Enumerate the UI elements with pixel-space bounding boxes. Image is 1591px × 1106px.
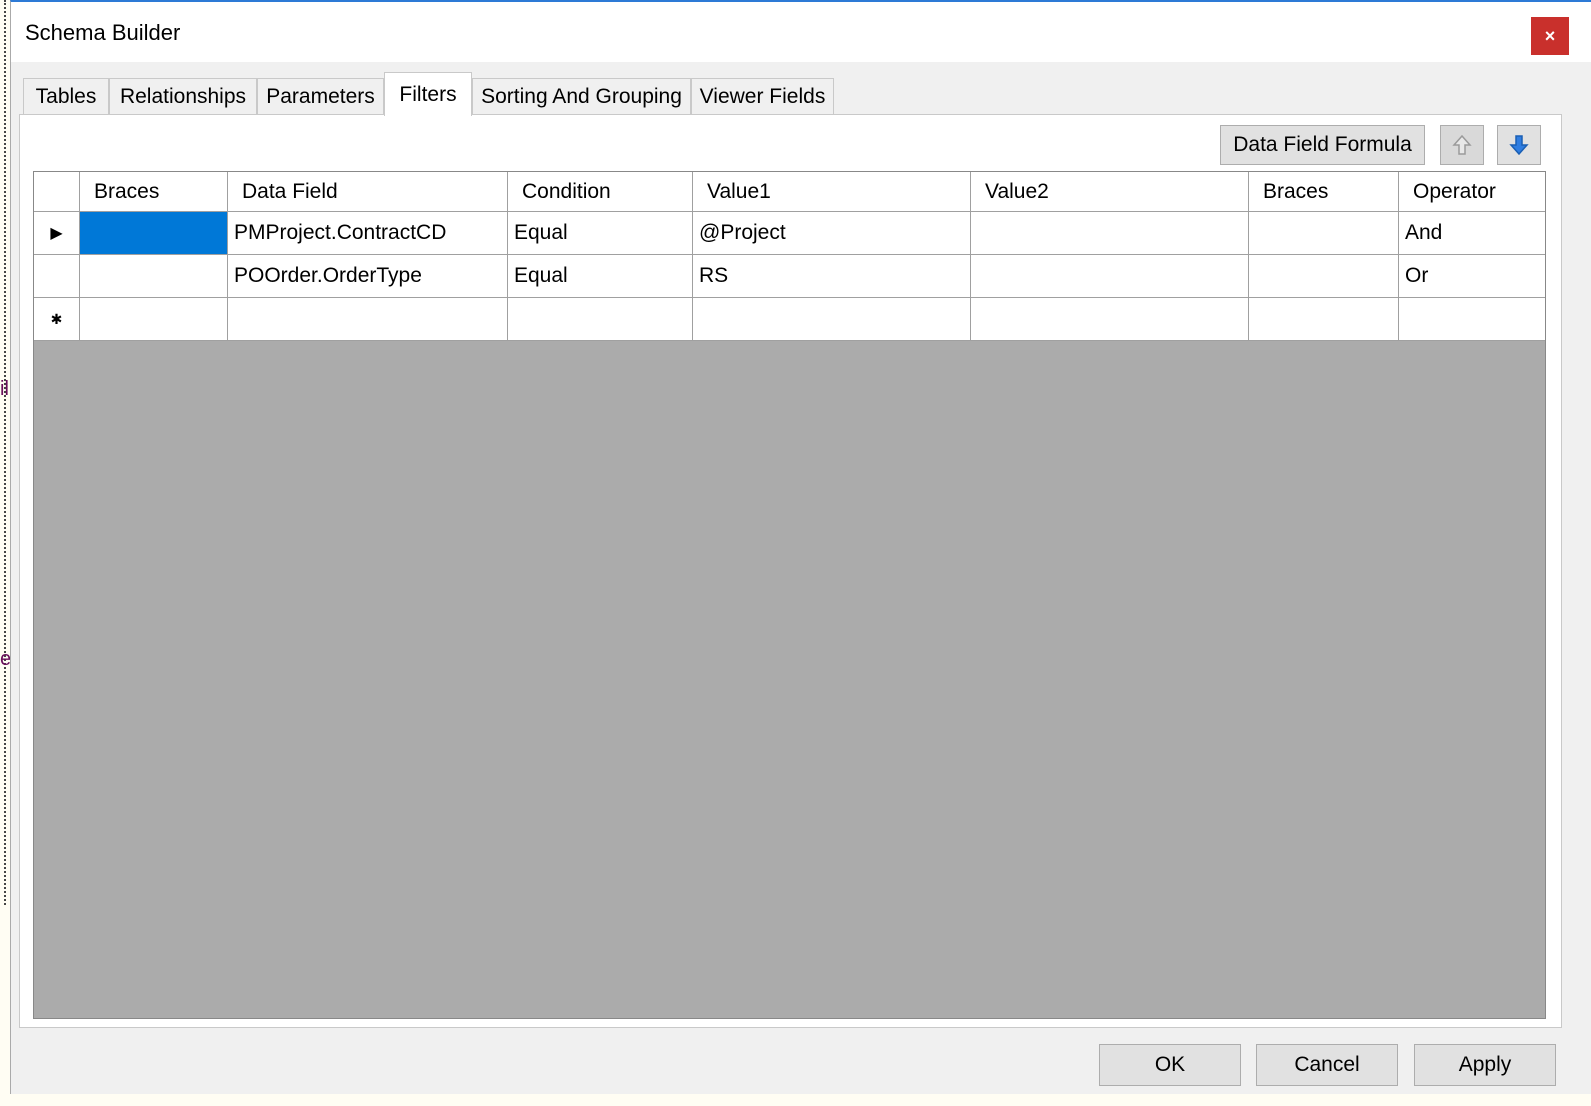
cell-value1[interactable]: @Project [693, 212, 971, 255]
cell-condition[interactable]: Equal [508, 255, 693, 298]
apply-button[interactable]: Apply [1414, 1044, 1556, 1086]
cell-operator[interactable]: And [1399, 212, 1545, 255]
new-cell-condition[interactable] [508, 298, 693, 341]
cell-condition[interactable]: Equal [508, 212, 693, 255]
new-cell-data-field[interactable] [228, 298, 508, 341]
move-up-button[interactable] [1440, 125, 1484, 165]
table-row[interactable]: POOrder.OrderType Equal RS Or [34, 255, 1545, 298]
tab-sorting-and-grouping[interactable]: Sorting And Grouping [472, 78, 691, 114]
column-header-braces-open[interactable]: Braces [80, 172, 228, 212]
column-header-data-field[interactable]: Data Field [228, 172, 508, 212]
tab-parameters[interactable]: Parameters [257, 78, 384, 114]
new-row-marker[interactable]: ✱ [34, 298, 80, 341]
arrow-down-icon [1509, 135, 1529, 156]
cell-data-field[interactable]: PMProject.ContractCD [228, 212, 508, 255]
window-title: Schema Builder [25, 20, 181, 45]
tab-viewer-fields[interactable]: Viewer Fields [691, 78, 834, 114]
cell-braces-open[interactable] [80, 212, 228, 255]
table-row[interactable]: ▶ PMProject.ContractCD Equal @Project An… [34, 212, 1545, 255]
cell-value2[interactable] [971, 212, 1249, 255]
background-text-fragment: il [0, 378, 9, 400]
background-dotted-guide [4, 0, 6, 905]
column-header-value2[interactable]: Value2 [971, 172, 1249, 212]
cell-braces-close[interactable] [1249, 255, 1399, 298]
cancel-button[interactable]: Cancel [1256, 1044, 1398, 1086]
data-field-formula-button[interactable]: Data Field Formula [1220, 125, 1425, 165]
column-header-condition[interactable]: Condition [508, 172, 693, 212]
close-button[interactable]: × [1531, 17, 1569, 55]
new-cell-value2[interactable] [971, 298, 1249, 341]
cell-data-field[interactable]: POOrder.OrderType [228, 255, 508, 298]
column-header-braces-close[interactable]: Braces [1249, 172, 1399, 212]
schema-builder-dialog: Schema Builder × Tables Relationships Pa… [10, 0, 1591, 1094]
column-header-operator[interactable]: Operator [1399, 172, 1545, 212]
cell-braces-open[interactable] [80, 255, 228, 298]
cell-value2[interactable] [971, 255, 1249, 298]
cell-operator[interactable]: Or [1399, 255, 1545, 298]
cell-braces-close[interactable] [1249, 212, 1399, 255]
grid-corner-header [34, 172, 80, 212]
filters-grid: Braces Data Field Condition Value1 Value… [33, 171, 1546, 1019]
arrow-up-icon [1452, 134, 1472, 155]
tab-tables[interactable]: Tables [23, 78, 109, 114]
new-cell-braces-open[interactable] [80, 298, 228, 341]
grid-header-row: Braces Data Field Condition Value1 Value… [34, 172, 1545, 212]
tab-relationships[interactable]: Relationships [109, 78, 257, 114]
cell-value1[interactable]: RS [693, 255, 971, 298]
column-header-value1[interactable]: Value1 [693, 172, 971, 212]
title-bar: Schema Builder × [11, 2, 1591, 62]
new-cell-operator[interactable] [1399, 298, 1545, 341]
new-row[interactable]: ✱ [34, 298, 1545, 341]
new-cell-value1[interactable] [693, 298, 971, 341]
filters-panel: Data Field Formula Braces Data Field Con… [19, 114, 1562, 1028]
row-header[interactable] [34, 255, 80, 298]
row-current-marker[interactable]: ▶ [34, 212, 80, 255]
tab-filters[interactable]: Filters [384, 72, 472, 116]
new-cell-braces-close[interactable] [1249, 298, 1399, 341]
move-down-button[interactable] [1497, 125, 1541, 165]
ok-button[interactable]: OK [1099, 1044, 1241, 1086]
